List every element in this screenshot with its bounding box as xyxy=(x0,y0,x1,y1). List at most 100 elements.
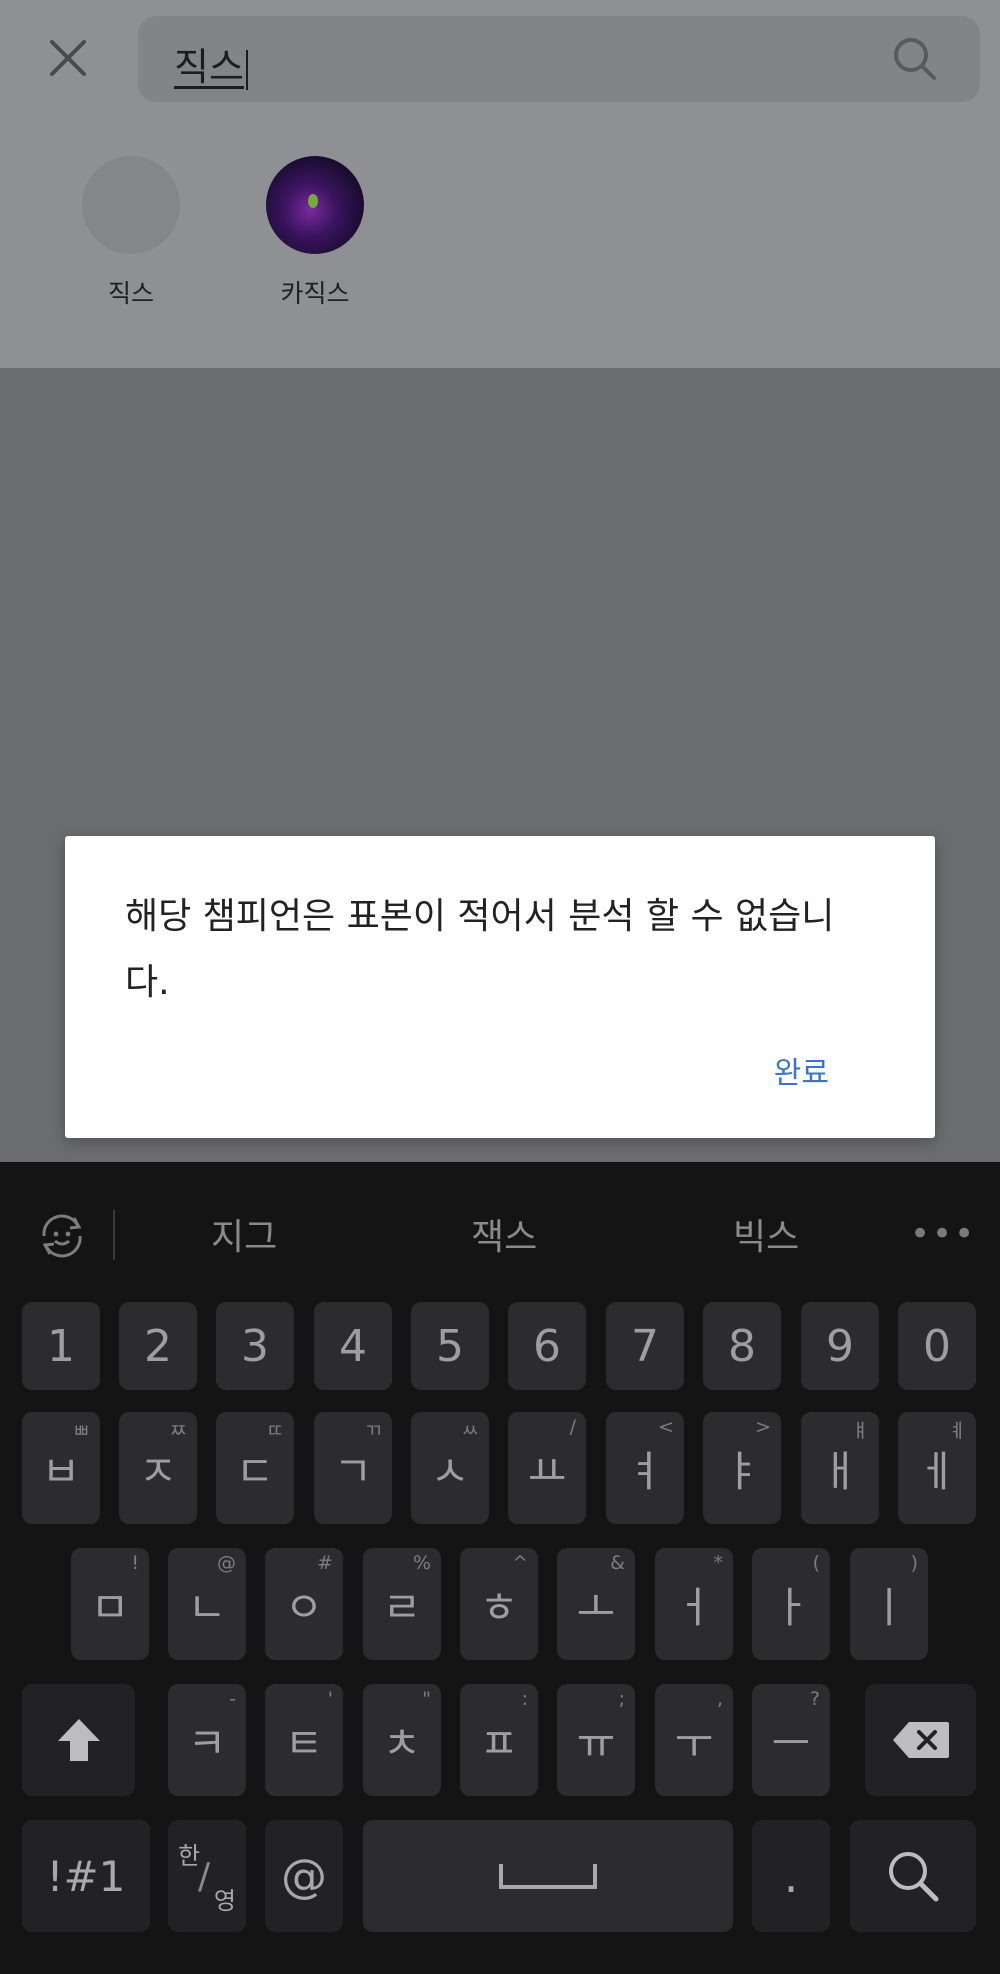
key-label: ㅗ xyxy=(576,1582,616,1632)
key-digeut[interactable]: ㄸㄷ xyxy=(216,1412,294,1524)
key-pieup[interactable]: :ㅍ xyxy=(460,1684,538,1796)
key-label: 1 xyxy=(47,1320,75,1372)
search-icon[interactable] xyxy=(892,36,938,82)
key-hieut[interactable]: ^ ㅎ xyxy=(460,1548,538,1660)
key-o[interactable]: & ㅗ xyxy=(557,1548,635,1660)
champion-avatar xyxy=(82,156,180,254)
backspace-key[interactable] xyxy=(865,1684,976,1796)
key-alt-label: < xyxy=(658,1416,674,1438)
key-label: ㅓ xyxy=(674,1582,714,1632)
key-bieup[interactable]: ㅃㅂ xyxy=(22,1412,100,1524)
key-5[interactable]: 5 xyxy=(411,1302,489,1390)
key-8[interactable]: 8 xyxy=(703,1302,781,1390)
key-label: ㄱ xyxy=(333,1446,373,1496)
key-tieut[interactable]: ' ㅌ xyxy=(265,1684,343,1796)
close-icon xyxy=(50,40,86,76)
result-label: 직스 xyxy=(107,279,154,308)
key-label: ㅔ xyxy=(917,1446,957,1496)
key-giyeok[interactable]: ㄲㄱ xyxy=(314,1412,392,1524)
search-key[interactable] xyxy=(850,1820,976,1932)
lang-korean-label: 한 xyxy=(178,1842,201,1870)
divider xyxy=(113,1210,115,1260)
search-icon xyxy=(889,1852,939,1902)
key-alt-label: & xyxy=(610,1552,625,1574)
close-button[interactable] xyxy=(40,30,96,86)
key-e[interactable]: ㅖㅔ xyxy=(898,1412,976,1524)
search-box[interactable]: 직스 xyxy=(138,16,980,102)
key-label: ㅊ xyxy=(382,1718,422,1768)
space-key[interactable] xyxy=(363,1820,733,1932)
key-label: ㅕ xyxy=(625,1446,665,1496)
search-query: 직스 xyxy=(174,45,244,89)
key-7[interactable]: 7 xyxy=(606,1302,684,1390)
key-label: ㅂ xyxy=(41,1446,81,1496)
confirm-button[interactable]: 완료 xyxy=(774,1048,829,1092)
key-alt-label: ( xyxy=(812,1552,820,1574)
key-alt-label: ㅃ xyxy=(72,1420,90,1442)
suggestion-item[interactable]: 잭스 xyxy=(471,1208,537,1260)
key-label: 3 xyxy=(241,1320,269,1372)
shift-key[interactable] xyxy=(22,1684,135,1796)
key-label: ㅎ xyxy=(479,1582,519,1632)
key-jieut[interactable]: ㅉㅈ xyxy=(119,1412,197,1524)
result-item[interactable]: 직스 xyxy=(61,156,201,310)
key-3[interactable]: 3 xyxy=(216,1302,294,1390)
key-0[interactable]: 0 xyxy=(898,1302,976,1390)
key-a[interactable]: (ㅏ xyxy=(752,1548,830,1660)
more-suggestions-button[interactable]: ••• xyxy=(910,1214,976,1254)
key-1[interactable]: 1 xyxy=(22,1302,100,1390)
key-siot[interactable]: ㅆㅅ xyxy=(411,1412,489,1524)
key-6[interactable]: 6 xyxy=(508,1302,586,1390)
key-4[interactable]: 4 xyxy=(314,1302,392,1390)
shift-icon xyxy=(57,1719,100,1761)
key-9[interactable]: 9 xyxy=(801,1302,879,1390)
key-alt-label: " xyxy=(422,1688,431,1710)
key-alt-label: ; xyxy=(618,1688,625,1710)
key-ae[interactable]: ㅒㅐ xyxy=(801,1412,879,1524)
key-label: ㄹ xyxy=(382,1582,422,1632)
key-label: ㅏ xyxy=(771,1582,811,1632)
key-alt-label: @ xyxy=(217,1552,236,1574)
key-yeo[interactable]: < ㅕ xyxy=(606,1412,684,1524)
symbols-key[interactable]: !#1 xyxy=(22,1820,150,1932)
result-label: 카직스 xyxy=(280,279,350,308)
key-alt-label: ' xyxy=(327,1688,333,1710)
key-yu[interactable]: ; ㅠ xyxy=(557,1684,635,1796)
result-item[interactable]: 카직스 xyxy=(245,156,385,310)
suggestion-item[interactable]: 빅스 xyxy=(733,1208,799,1260)
period-key[interactable]: . xyxy=(752,1820,830,1932)
key-u[interactable]: ,ㅜ xyxy=(655,1684,733,1796)
emoji-refresh-icon[interactable] xyxy=(34,1208,90,1264)
key-chieut[interactable]: " ㅊ xyxy=(363,1684,441,1796)
key-kieuk[interactable]: -ㅋ xyxy=(168,1684,246,1796)
key-label: ㅋ xyxy=(187,1718,227,1768)
key-label: ㅈ xyxy=(138,1446,178,1496)
key-label: 0 xyxy=(923,1320,951,1372)
search-input[interactable]: 직스 xyxy=(174,36,248,91)
key-eu[interactable]: ? ㅡ xyxy=(752,1684,830,1796)
key-label: ㅅ xyxy=(430,1446,470,1496)
space-icon xyxy=(499,1864,597,1889)
key-i[interactable]: ) ㅣ xyxy=(850,1548,928,1660)
key-label: . xyxy=(783,1849,799,1903)
key-alt-label: - xyxy=(229,1688,236,1710)
alert-dialog: 해당 챔피언은 표본이 적어서 분석 할 수 없습니다. 완료 xyxy=(65,836,935,1138)
key-rieul[interactable]: % ㄹ xyxy=(363,1548,441,1660)
key-label: ㅣ xyxy=(869,1582,909,1632)
key-label: 2 xyxy=(144,1320,172,1372)
key-yo[interactable]: / ㅛ xyxy=(508,1412,586,1524)
key-ya[interactable]: > ㅑ xyxy=(703,1412,781,1524)
key-ieung[interactable]: # ㅇ xyxy=(265,1548,343,1660)
key-alt-label: # xyxy=(317,1552,333,1574)
key-label: ㅌ xyxy=(284,1718,324,1768)
suggestion-item[interactable]: 지그 xyxy=(211,1208,277,1260)
key-2[interactable]: 2 xyxy=(119,1302,197,1390)
language-switch-key[interactable]: 한 / 영 xyxy=(168,1820,246,1932)
at-key[interactable]: @ xyxy=(265,1820,343,1932)
key-label: 7 xyxy=(631,1320,659,1372)
key-alt-label: ? xyxy=(809,1688,820,1710)
key-nieun[interactable]: @ ㄴ xyxy=(168,1548,246,1660)
key-label: ㅇ xyxy=(284,1582,324,1632)
key-eo[interactable]: * ㅓ xyxy=(655,1548,733,1660)
key-mieum[interactable]: ! ㅁ xyxy=(71,1548,149,1660)
